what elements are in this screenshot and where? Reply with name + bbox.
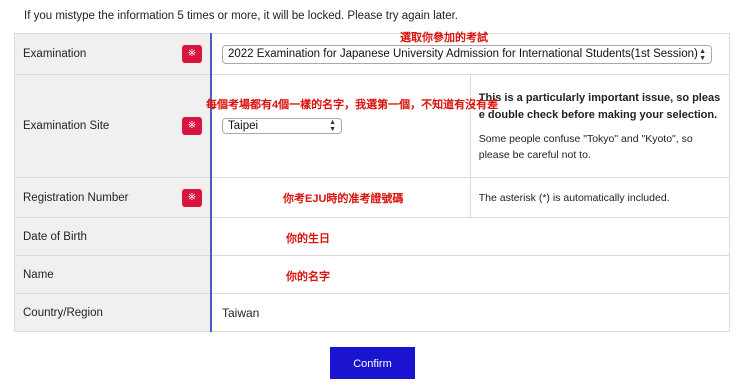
site-confusion-note: Some people confuse "Tokyo" and "Kyoto",… [478, 132, 693, 161]
examination-site-select[interactable]: Taipei ▲ ▼ [222, 118, 342, 134]
label-cell: Name [14, 255, 212, 294]
annotation-dob: 你的生日 [286, 233, 330, 245]
required-badge: ※ [182, 188, 202, 207]
registration-note: The asterisk (*) is automatically includ… [469, 177, 731, 218]
site-important-note: This is a particularly important issue, … [478, 91, 721, 121]
confirm-button[interactable]: Confirm [330, 347, 415, 379]
examination-select[interactable]: 2022 Examination for Japanese University… [222, 45, 712, 64]
value-cell: Taiwan [210, 293, 730, 332]
examination-site-label: Examination Site [23, 120, 110, 132]
annotation-name: 你的名字 [286, 271, 330, 283]
examination-label: Examination [23, 48, 87, 60]
label-cell: Date of Birth [14, 217, 212, 256]
site-note-cell: This is a particularly important issue, … [469, 74, 731, 178]
row-date-of-birth: Date of Birth [14, 217, 730, 256]
value-cell: Taipei ▲ ▼ [210, 74, 471, 178]
select-arrows-icon: ▲ ▼ [699, 47, 706, 62]
row-country: Country/Region Taiwan [14, 293, 730, 332]
annotation-registration: 你考EJU時的准考證號碼 [283, 193, 404, 205]
registration-form: Examination ※ 2022 Examination for Japan… [14, 33, 731, 332]
examination-selected-value: 2022 Examination for Japanese University… [228, 48, 698, 60]
registration-number-label: Registration Number [23, 191, 129, 204]
row-examination: Examination ※ 2022 Examination for Japan… [14, 33, 730, 75]
label-cell: Examination Site ※ [14, 74, 212, 178]
required-badge: ※ [182, 45, 202, 63]
row-name: Name [14, 255, 730, 294]
country-value: Taiwan [222, 305, 260, 320]
select-arrows-icon: ▲ ▼ [329, 119, 336, 133]
lock-notice: If you mistype the information 5 times o… [24, 10, 458, 22]
label-cell: Examination ※ [14, 33, 212, 75]
country-label: Country/Region [23, 306, 103, 319]
annotation-exam: 選取你參加的考試 [400, 32, 488, 44]
name-label: Name [23, 268, 54, 281]
required-badge: ※ [182, 117, 202, 135]
annotation-site: 每個考場都有4個一樣的名字，我選第一個，不知道有沒有差 [206, 99, 499, 111]
label-cell: Country/Region [14, 293, 212, 332]
label-cell: Registration Number ※ [14, 177, 212, 218]
examination-site-selected-value: Taipei [228, 120, 259, 132]
row-examination-site: Examination Site ※ Taipei ▲ ▼ This is a p… [14, 74, 731, 178]
date-of-birth-label: Date of Birth [23, 230, 87, 243]
